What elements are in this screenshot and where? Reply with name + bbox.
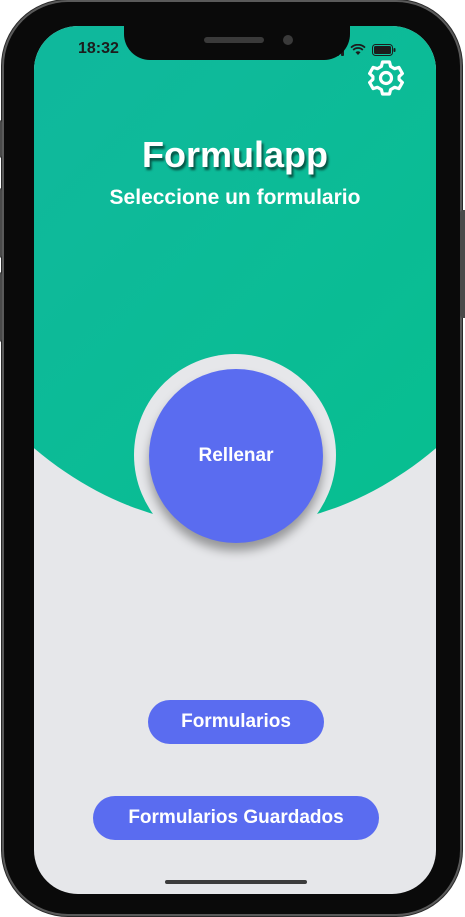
home-indicator[interactable] [165, 880, 307, 884]
notch [124, 26, 350, 60]
forms-button[interactable]: Formularios [148, 700, 324, 744]
speaker [204, 37, 264, 43]
saved-forms-button[interactable]: Formularios Guardados [93, 796, 379, 840]
volume-up-button [0, 188, 2, 258]
status-time: 18:32 [78, 40, 119, 57]
camera [283, 35, 293, 45]
app-screen: 18:32 Formulapp Seleccione un formulario… [34, 26, 436, 894]
gear-icon[interactable] [366, 58, 406, 98]
app-title: Formulapp [142, 134, 328, 175]
battery-icon [372, 44, 396, 56]
fill-button[interactable]: Rellenar [149, 369, 323, 543]
power-button [460, 210, 465, 318]
volume-down-button [0, 272, 2, 342]
page-subtitle: Seleccione un formulario [109, 186, 361, 209]
phone-frame: 18:32 Formulapp Seleccione un formulario… [0, 2, 465, 914]
silent-switch [0, 120, 2, 158]
wifi-icon [350, 44, 366, 56]
